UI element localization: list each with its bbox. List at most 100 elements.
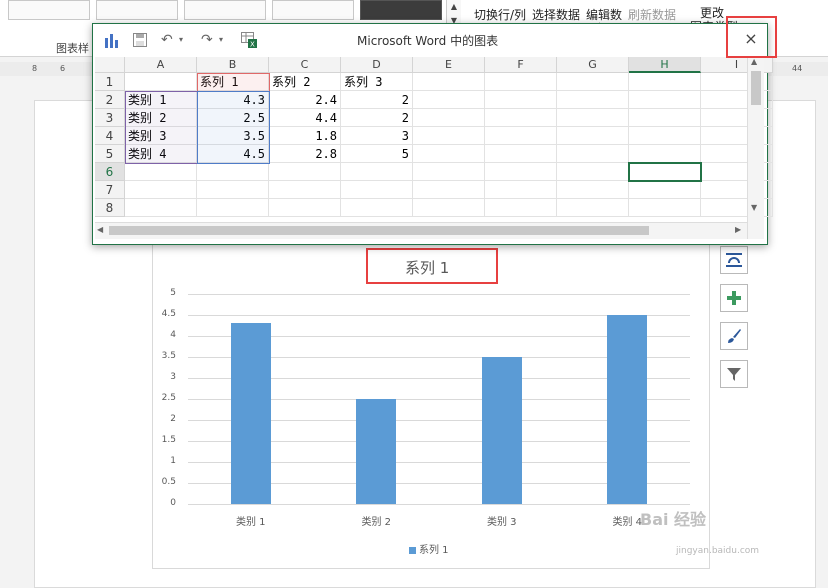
edit-in-excel-icon[interactable]: X — [241, 31, 257, 49]
column-header-d[interactable]: D — [341, 57, 413, 73]
row-header-6[interactable]: 6 — [95, 163, 125, 181]
cell-f2[interactable] — [485, 91, 557, 109]
cell-d1[interactable]: 系列 3 — [341, 73, 413, 91]
chart-bar[interactable] — [356, 399, 397, 504]
row-header-2[interactable]: 2 — [95, 91, 125, 109]
chart-elements-button[interactable] — [720, 284, 748, 312]
cell-e7[interactable] — [413, 181, 485, 199]
row-header-3[interactable]: 3 — [95, 109, 125, 127]
chart-style-thumb-5[interactable] — [360, 0, 442, 20]
column-header-g[interactable]: G — [557, 57, 629, 73]
cell-d3[interactable]: 2 — [341, 109, 413, 127]
cell-g8[interactable] — [557, 199, 629, 217]
scroll-left-icon[interactable]: ◀ — [97, 225, 103, 234]
cell-c1[interactable]: 系列 2 — [269, 73, 341, 91]
cell-c3[interactable]: 4.4 — [269, 109, 341, 127]
cell-b6[interactable] — [197, 163, 269, 181]
cell-h8[interactable] — [629, 199, 701, 217]
switch-row-col-button[interactable]: 切换行/列 — [474, 6, 526, 23]
cell-f5[interactable] — [485, 145, 557, 163]
cell-a6[interactable] — [125, 163, 197, 181]
cell-d6[interactable] — [341, 163, 413, 181]
cell-f1[interactable] — [485, 73, 557, 91]
cell-b8[interactable] — [197, 199, 269, 217]
cell-a1[interactable] — [125, 73, 197, 91]
scroll-thumb[interactable] — [751, 71, 761, 105]
cell-g1[interactable] — [557, 73, 629, 91]
column-header-b[interactable]: B — [197, 57, 269, 73]
refresh-data-button[interactable]: 刷新数据 — [628, 6, 676, 23]
chart-bar[interactable] — [481, 357, 522, 504]
cell-a8[interactable] — [125, 199, 197, 217]
chart-style-thumb-4[interactable] — [272, 0, 354, 20]
redo-icon[interactable]: ↷ — [201, 31, 213, 49]
row-header-7[interactable]: 7 — [95, 181, 125, 199]
chart-style-thumb-2[interactable] — [96, 0, 178, 20]
cell-e4[interactable] — [413, 127, 485, 145]
cell-h4[interactable] — [629, 127, 701, 145]
chart-style-thumb-3[interactable] — [184, 0, 266, 20]
cell-h1[interactable] — [629, 73, 701, 91]
chart-filters-button[interactable] — [720, 360, 748, 388]
cell-g2[interactable] — [557, 91, 629, 109]
undo-icon[interactable]: ↶ — [161, 31, 173, 49]
chart-styles-button[interactable] — [720, 322, 748, 350]
cell-d8[interactable] — [341, 199, 413, 217]
chart-legend[interactable]: 系列 1 — [409, 541, 449, 556]
cell-g5[interactable] — [557, 145, 629, 163]
cell-e8[interactable] — [413, 199, 485, 217]
select-all-corner[interactable] — [95, 57, 125, 73]
layout-options-button[interactable] — [720, 246, 748, 274]
cell-d7[interactable] — [341, 181, 413, 199]
cell-c4[interactable]: 1.8 — [269, 127, 341, 145]
cell-f8[interactable] — [485, 199, 557, 217]
row-header-5[interactable]: 5 — [95, 145, 125, 163]
row-header-8[interactable]: 8 — [95, 199, 125, 217]
scroll-up-icon[interactable]: ▲ — [751, 57, 757, 66]
cell-c2[interactable]: 2.4 — [269, 91, 341, 109]
cell-c6[interactable] — [269, 163, 341, 181]
cell-d5[interactable]: 5 — [341, 145, 413, 163]
cell-g4[interactable] — [557, 127, 629, 145]
row-header-4[interactable]: 4 — [95, 127, 125, 145]
horizontal-scrollbar[interactable]: ◀ ▶ — [95, 222, 747, 239]
cell-c5[interactable]: 2.8 — [269, 145, 341, 163]
column-header-f[interactable]: F — [485, 57, 557, 73]
cell-a7[interactable] — [125, 181, 197, 199]
redo-dropdown-icon[interactable]: ▾ — [219, 31, 223, 49]
cell-g3[interactable] — [557, 109, 629, 127]
cell-e6[interactable] — [413, 163, 485, 181]
scroll-down-icon[interactable]: ▼ — [751, 203, 757, 212]
cell-g7[interactable] — [557, 181, 629, 199]
column-header-e[interactable]: E — [413, 57, 485, 73]
cell-h2[interactable] — [629, 91, 701, 109]
cell-g6[interactable] — [557, 163, 629, 181]
spreadsheet-grid[interactable]: A B C D E F G H I 1 2 3 4 5 6 7 8 系列 1 系列 2 系列 3 类别 1 4.3 2.4 2… — [95, 57, 773, 240]
cell-e2[interactable] — [413, 91, 485, 109]
cell-h5[interactable] — [629, 145, 701, 163]
h-scroll-thumb[interactable] — [109, 226, 649, 235]
chart-style-thumb-1[interactable] — [8, 0, 90, 20]
undo-dropdown-icon[interactable]: ▾ — [179, 31, 183, 49]
cell-c8[interactable] — [269, 199, 341, 217]
column-header-h[interactable]: H — [629, 57, 701, 73]
cell-h7[interactable] — [629, 181, 701, 199]
cell-f3[interactable] — [485, 109, 557, 127]
cell-e1[interactable] — [413, 73, 485, 91]
column-header-a[interactable]: A — [125, 57, 197, 73]
cell-f7[interactable] — [485, 181, 557, 199]
save-icon[interactable] — [133, 31, 147, 49]
cell-f4[interactable] — [485, 127, 557, 145]
row-header-1[interactable]: 1 — [95, 73, 125, 91]
scroll-right-icon[interactable]: ▶ — [735, 225, 741, 234]
cell-h3[interactable] — [629, 109, 701, 127]
chart-bar[interactable] — [607, 315, 648, 504]
vertical-scrollbar[interactable]: ▲ ▼ — [747, 57, 764, 239]
column-header-c[interactable]: C — [269, 57, 341, 73]
cell-b7[interactable] — [197, 181, 269, 199]
select-data-button[interactable]: 选择数据 — [532, 6, 580, 23]
cell-c7[interactable] — [269, 181, 341, 199]
cell-d4[interactable]: 3 — [341, 127, 413, 145]
cell-e3[interactable] — [413, 109, 485, 127]
cell-f6[interactable] — [485, 163, 557, 181]
